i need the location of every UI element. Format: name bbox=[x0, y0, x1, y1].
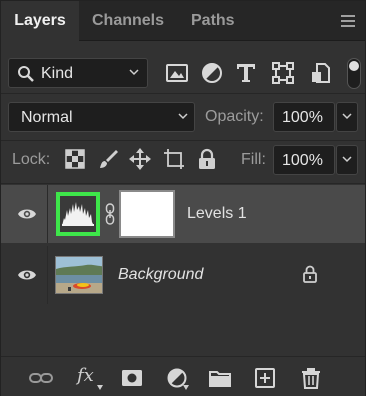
fill-input[interactable]: 100% bbox=[273, 145, 335, 175]
link-layers-icon[interactable] bbox=[29, 367, 53, 389]
lock-transparency-icon[interactable] bbox=[64, 148, 86, 170]
type-filter-icon[interactable] bbox=[234, 61, 258, 85]
layer-locked-icon[interactable] bbox=[303, 265, 317, 283]
chevron-down-icon bbox=[178, 113, 188, 120]
layers-bottom-toolbar: fx bbox=[1, 356, 365, 396]
delete-layer-icon[interactable] bbox=[299, 367, 323, 389]
chevron-down-icon bbox=[342, 156, 352, 163]
visibility-eye-icon[interactable] bbox=[17, 268, 37, 282]
layer-mask-thumbnail[interactable] bbox=[119, 190, 175, 238]
divider bbox=[1, 183, 365, 184]
layer-name: Levels 1 bbox=[187, 205, 247, 222]
layer-row-levels[interactable]: Levels 1 bbox=[1, 185, 365, 243]
layer-name: Background bbox=[118, 266, 204, 283]
adjustment-dropdown-triangle-icon bbox=[183, 385, 189, 390]
filter-toggle-knob bbox=[349, 61, 359, 71]
new-group-icon[interactable] bbox=[208, 367, 232, 389]
opacity-dropdown-button[interactable] bbox=[336, 102, 358, 132]
fill-dropdown-button[interactable] bbox=[336, 145, 358, 175]
opacity-value: 100% bbox=[282, 109, 323, 126]
levels-adjustment-thumbnail[interactable] bbox=[56, 192, 100, 236]
smart-object-filter-icon[interactable] bbox=[309, 61, 333, 85]
add-mask-icon[interactable] bbox=[120, 367, 144, 389]
blend-mode-select[interactable]: Normal bbox=[8, 102, 195, 132]
image-filter-icon[interactable] bbox=[165, 61, 189, 85]
divider bbox=[1, 140, 365, 141]
opacity-input[interactable]: 100% bbox=[273, 102, 335, 132]
tab-channels[interactable]: Channels bbox=[92, 1, 164, 41]
fx-icon[interactable]: fx bbox=[77, 365, 94, 386]
fx-dropdown-triangle-icon bbox=[97, 385, 103, 390]
lock-position-icon[interactable] bbox=[129, 148, 151, 170]
panel-tab-bar: Layers Channels Paths bbox=[1, 1, 365, 41]
opacity-label: Opacity: bbox=[205, 108, 264, 125]
fill-value: 100% bbox=[282, 152, 323, 169]
new-layer-icon[interactable] bbox=[253, 367, 277, 389]
tab-layers[interactable]: Layers bbox=[1, 1, 79, 41]
chevron-down-icon bbox=[342, 113, 352, 120]
panel-menu-icon[interactable] bbox=[341, 15, 355, 27]
layers-panel: Layers Channels Paths Kind Normal Opacit… bbox=[0, 0, 366, 396]
beach-photo bbox=[56, 257, 102, 293]
tab-paths[interactable]: Paths bbox=[191, 1, 235, 41]
adjustment-filter-icon[interactable] bbox=[200, 61, 224, 85]
histogram-icon bbox=[62, 202, 94, 226]
search-icon bbox=[18, 66, 34, 82]
layer-row-background[interactable]: Background bbox=[1, 246, 365, 304]
divider bbox=[1, 93, 365, 94]
shape-filter-icon[interactable] bbox=[271, 61, 295, 85]
visibility-eye-icon[interactable] bbox=[17, 207, 37, 221]
lock-all-icon[interactable] bbox=[196, 148, 218, 170]
fill-label: Fill: bbox=[241, 151, 266, 168]
filter-kind-select[interactable]: Kind bbox=[8, 58, 148, 88]
background-image-thumbnail[interactable] bbox=[55, 256, 103, 294]
divider bbox=[47, 246, 48, 304]
blend-mode-value: Normal bbox=[21, 109, 73, 126]
lock-image-pixels-icon[interactable] bbox=[97, 148, 119, 170]
prevent-auto-nesting-icon[interactable] bbox=[163, 148, 185, 170]
divider bbox=[47, 185, 48, 243]
lock-label: Lock: bbox=[12, 151, 51, 168]
filter-toggle[interactable] bbox=[347, 58, 361, 89]
chevron-down-icon bbox=[129, 69, 139, 76]
chain-link-icon[interactable] bbox=[105, 203, 115, 225]
filter-kind-label: Kind bbox=[41, 65, 74, 82]
